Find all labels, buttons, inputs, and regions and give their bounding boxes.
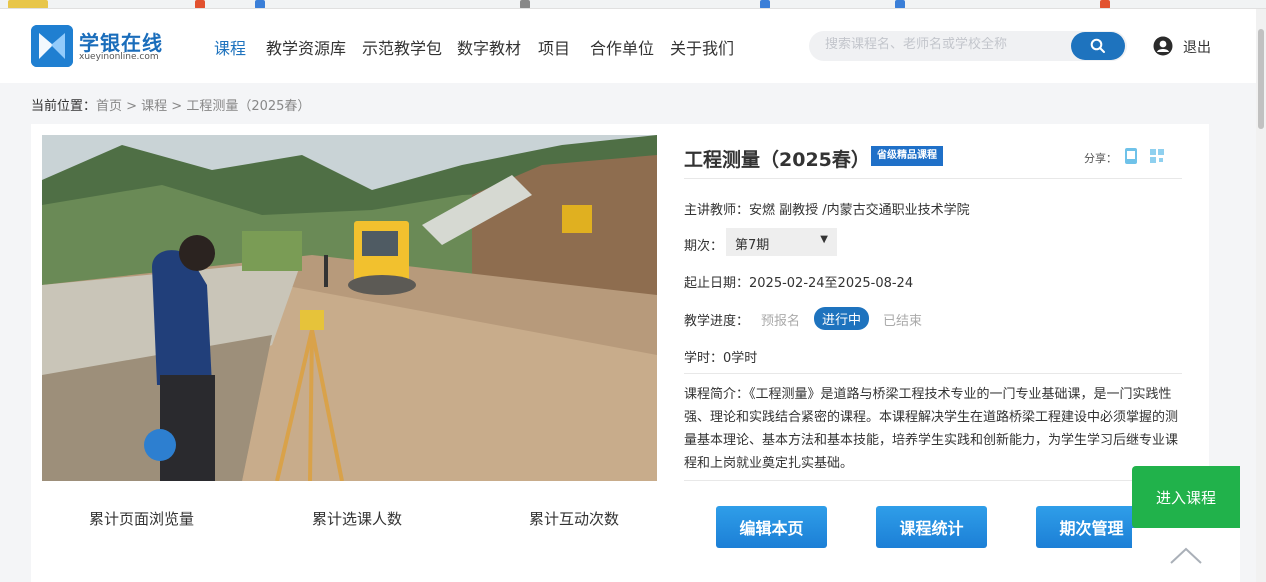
bookmark-favicon[interactable] xyxy=(255,0,265,8)
course-description: 课程简介：《工程测量》是道路与桥梁工程技术专业的一门专业基础课，是一门实践性强、… xyxy=(684,387,1179,471)
progress-step-ended: 已结束 xyxy=(883,314,923,329)
nav-digital-textbooks[interactable]: 数字教材 xyxy=(457,35,521,59)
nav-projects[interactable]: 项目 xyxy=(538,35,570,59)
stat-enrollment-label: 累计选课人数 xyxy=(312,510,403,528)
course-statistics-button[interactable]: 课程统计 xyxy=(876,506,987,548)
term-label: 期次： xyxy=(684,239,724,254)
quality-badge: 省级精品课程 xyxy=(871,146,943,166)
stat-interactions-label: 累计互动次数 xyxy=(529,510,620,528)
bookmark-favicon[interactable] xyxy=(1100,0,1110,8)
course-title: 工程测量（2025春） xyxy=(684,149,870,171)
nav-demo-packages[interactable]: 示范教学包 xyxy=(362,35,442,59)
divider xyxy=(684,373,1182,374)
course-dates: 起止日期：2025-02-24至2025-08-24 xyxy=(684,276,914,291)
term-select[interactable]: 第7期 ▼ xyxy=(726,228,837,256)
stat-page-views-label: 累计页面浏览量 xyxy=(89,510,195,528)
nav-partners[interactable]: 合作单位 xyxy=(590,35,654,59)
logo-subtitle: xueyinonline.com xyxy=(79,52,159,62)
bookmark-favicon[interactable] xyxy=(195,0,205,8)
nav-courses[interactable]: 课程 xyxy=(214,35,246,59)
browser-bookmarks-bar xyxy=(0,0,1266,9)
share-mobile-icon[interactable] xyxy=(1124,148,1138,164)
enter-course-button[interactable]: 进入课程 xyxy=(1132,466,1240,528)
share-label: 分享： xyxy=(1084,152,1117,165)
search-icon xyxy=(1090,38,1105,53)
page-scrollbar[interactable] xyxy=(1256,9,1266,582)
divider xyxy=(684,480,1182,481)
site-logo[interactable]: 学银在线 xueyinonline.com xyxy=(31,25,181,69)
term-select-value: 第7期 xyxy=(735,238,770,253)
bookmark-favicon[interactable] xyxy=(8,0,48,8)
back-to-top-button[interactable] xyxy=(1132,528,1240,582)
breadcrumb: 当前位置：首页 > 课程 > 工程测量（2025春） xyxy=(31,95,310,114)
search-input[interactable] xyxy=(825,37,1055,52)
share-qrcode-icon[interactable] xyxy=(1150,148,1164,164)
divider xyxy=(684,178,1182,179)
logo-mark-icon xyxy=(31,25,73,67)
progress-label: 教学进度： xyxy=(684,314,750,329)
bookmark-favicon[interactable] xyxy=(760,0,770,8)
logout-link[interactable]: 退出 xyxy=(1183,37,1211,57)
search-button[interactable] xyxy=(1071,32,1125,60)
nav-about-us[interactable]: 关于我们 xyxy=(670,35,734,59)
chevron-up-icon xyxy=(1170,547,1202,564)
bookmark-favicon[interactable] xyxy=(520,0,530,8)
search-bar xyxy=(809,31,1127,61)
course-cover-image xyxy=(42,135,657,481)
breadcrumb-path[interactable]: 首页 > 课程 > 工程测量（2025春） xyxy=(96,99,310,114)
site-header: 学银在线 xueyinonline.com 课程 教学资源库 示范教学包 数字教… xyxy=(0,9,1256,83)
user-avatar-icon[interactable] xyxy=(1153,36,1173,56)
term-management-button[interactable]: 期次管理 xyxy=(1036,506,1147,548)
course-teacher: 主讲教师：安燃 副教授 /内蒙古交通职业技术学院 xyxy=(684,203,970,218)
scrollbar-thumb[interactable] xyxy=(1258,29,1264,129)
progress-step-preregistration: 预报名 xyxy=(761,314,801,329)
edit-page-button[interactable]: 编辑本页 xyxy=(716,506,827,548)
progress-step-in-progress: 进行中 xyxy=(814,307,870,330)
bookmark-favicon[interactable] xyxy=(895,0,905,8)
nav-resource-library[interactable]: 教学资源库 xyxy=(266,35,346,59)
breadcrumb-label: 当前位置： xyxy=(31,99,97,114)
course-hours: 学时：0学时 xyxy=(684,351,758,366)
dropdown-arrow-icon: ▼ xyxy=(820,234,828,245)
course-card: 累计页面浏览量 累计选课人数 累计互动次数 工程测量（2025春） 省级精品课程… xyxy=(31,124,1209,582)
